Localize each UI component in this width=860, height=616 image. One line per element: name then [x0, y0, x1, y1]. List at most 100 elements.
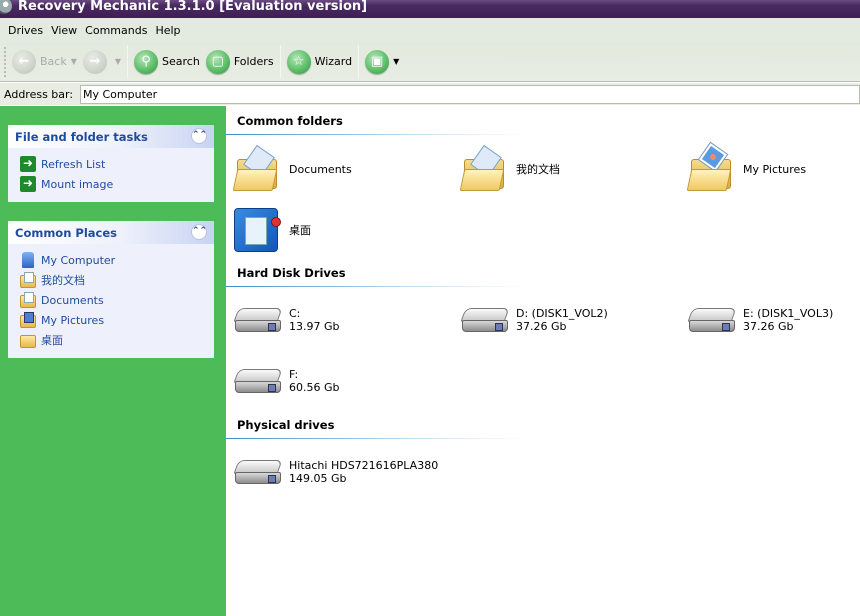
- folder-tile-my-pictures[interactable]: My Pictures: [686, 141, 807, 194]
- title-bar: Recovery Mechanic 1.3.1.0 [Evaluation ve…: [0, 0, 860, 18]
- save-dropdown-icon[interactable]: ▼: [393, 57, 399, 66]
- back-label: Back: [40, 55, 67, 68]
- folders-button[interactable]: ▢ Folders: [203, 46, 277, 78]
- desktop-icon: [234, 208, 281, 252]
- folder-icon: [20, 335, 36, 348]
- collapse-chevron-icon[interactable]: ⌃⌃: [191, 224, 207, 240]
- documents-folder-icon: [459, 144, 509, 193]
- save-button[interactable]: ▣ ▼: [362, 46, 402, 78]
- drive-name: C:: [289, 307, 301, 320]
- task-refresh-list[interactable]: ➜ Refresh List: [20, 154, 214, 174]
- menu-commands[interactable]: Commands: [81, 24, 151, 37]
- drive-tile-e[interactable]: E: (DISK1_VOL3) 37.26 Gb: [687, 295, 834, 345]
- toolbar-separator: [127, 44, 129, 79]
- place-label: My Computer: [41, 253, 116, 267]
- file-tasks-title: File and folder tasks: [15, 129, 148, 144]
- place-label: Documents: [41, 293, 104, 307]
- hard-drive-icon: [233, 456, 283, 488]
- task-mount-image[interactable]: ➜ Mount image: [20, 174, 214, 194]
- wizard-button[interactable]: ☆ Wizard: [284, 46, 356, 78]
- search-label: Search: [162, 55, 200, 68]
- toolbar-grip[interactable]: [4, 46, 7, 77]
- toolbar: ← Back ▼ → ▼ ⚲ Search ▢ Folders ☆ Wizard…: [0, 42, 860, 82]
- back-button[interactable]: ← Back ▼: [9, 46, 80, 78]
- common-places-header[interactable]: Common Places ⌃⌃: [8, 221, 214, 244]
- star-icon: ☆: [286, 49, 311, 74]
- drive-tile-d[interactable]: D: (DISK1_VOL2) 37.26 Gb: [460, 295, 608, 345]
- address-bar: Address bar:: [0, 83, 860, 105]
- common-places-panel: Common Places ⌃⌃ My Computer 我的文档 Docume…: [8, 221, 214, 358]
- drive-size: 37.26 Gb: [516, 320, 567, 333]
- folder-name: My Pictures: [743, 162, 807, 176]
- menu-help[interactable]: Help: [151, 24, 184, 37]
- folder-name: Documents: [289, 162, 352, 176]
- drive-size: 13.97 Gb: [289, 320, 340, 333]
- physical-drive-tile[interactable]: Hitachi HDS721616PLA380 149.05 Gb: [233, 447, 439, 497]
- toolbar-separator: [279, 44, 281, 79]
- task-label: Refresh List: [41, 157, 106, 171]
- folder-tile-my-documents-cn[interactable]: 我的文档: [459, 144, 560, 194]
- menu-drives[interactable]: Drives: [4, 24, 47, 37]
- section-title-hard-disk-drives: Hard Disk Drives: [237, 266, 346, 280]
- documents-folder-icon: [20, 272, 36, 288]
- common-places-title: Common Places: [15, 225, 117, 240]
- computer-icon: [22, 252, 34, 268]
- back-arrow-icon: ←: [12, 49, 36, 74]
- folder-tile-desktop[interactable]: 桌面: [234, 205, 311, 255]
- place-my-documents-cn[interactable]: 我的文档: [20, 270, 214, 290]
- drive-name: Hitachi HDS721616PLA380: [289, 459, 439, 472]
- folder-tile-documents[interactable]: Documents: [232, 144, 352, 194]
- drive-name: D: (DISK1_VOL2): [516, 307, 608, 320]
- drive-size: 60.56 Gb: [289, 381, 340, 394]
- drive-tile-c[interactable]: C: 13.97 Gb: [233, 295, 340, 345]
- file-tasks-panel: File and folder tasks ⌃⌃ ➜ Refresh List …: [8, 125, 214, 202]
- green-arrow-icon: ➜: [20, 156, 36, 172]
- app-icon: [0, 0, 12, 14]
- documents-folder-icon: [232, 144, 282, 193]
- forward-dropdown-icon[interactable]: ▼: [115, 57, 121, 66]
- back-dropdown-icon[interactable]: ▼: [71, 57, 77, 66]
- pictures-folder-icon: [20, 312, 36, 328]
- drive-tile-f[interactable]: F: 60.56 Gb: [233, 356, 340, 406]
- forward-arrow-icon: →: [82, 49, 107, 74]
- search-button[interactable]: ⚲ Search: [131, 46, 203, 78]
- place-label: 我的文档: [41, 274, 85, 287]
- drive-size: 149.05 Gb: [289, 472, 347, 485]
- file-tasks-header[interactable]: File and folder tasks ⌃⌃: [8, 125, 214, 148]
- address-bar-label: Address bar:: [4, 87, 74, 101]
- section-divider: [226, 134, 526, 135]
- place-documents[interactable]: Documents: [20, 290, 214, 310]
- search-icon: ⚲: [134, 49, 159, 74]
- main-content: Common folders Documents 我的文档 My Picture…: [226, 106, 860, 616]
- green-arrow-icon: ➜: [20, 176, 36, 192]
- floppy-disk-icon: ▣: [365, 49, 390, 74]
- collapse-chevron-icon[interactable]: ⌃⌃: [191, 128, 207, 144]
- hard-drive-icon: [460, 304, 510, 336]
- place-desktop[interactable]: 桌面: [20, 330, 214, 350]
- place-label: My Pictures: [41, 313, 105, 327]
- pictures-folder-icon: [686, 141, 736, 193]
- folders-label: Folders: [233, 55, 274, 68]
- section-divider: [226, 438, 526, 439]
- wizard-label: Wizard: [314, 55, 353, 68]
- address-input[interactable]: [80, 84, 860, 104]
- sidebar: File and folder tasks ⌃⌃ ➜ Refresh List …: [0, 106, 226, 616]
- place-my-pictures[interactable]: My Pictures: [20, 310, 214, 330]
- hard-drive-icon: [233, 365, 283, 397]
- forward-button[interactable]: → ▼: [80, 46, 124, 78]
- menu-bar: Drives View Commands Help: [0, 18, 860, 42]
- window-title: Recovery Mechanic 1.3.1.0 [Evaluation ve…: [18, 0, 368, 14]
- drive-name: E: (DISK1_VOL3): [743, 307, 834, 320]
- toolbar-separator: [358, 44, 360, 79]
- documents-folder-icon: [20, 292, 36, 308]
- section-title-common-folders: Common folders: [237, 114, 343, 128]
- section-title-physical-drives: Physical drives: [237, 418, 335, 432]
- place-my-computer[interactable]: My Computer: [20, 250, 214, 270]
- place-label: 桌面: [41, 334, 63, 347]
- folder-name: 桌面: [289, 223, 311, 237]
- drive-name: F:: [289, 368, 299, 381]
- hard-drive-icon: [687, 304, 737, 336]
- folder-name: 我的文档: [516, 162, 560, 176]
- hard-drive-icon: [233, 304, 283, 336]
- menu-view[interactable]: View: [47, 24, 81, 37]
